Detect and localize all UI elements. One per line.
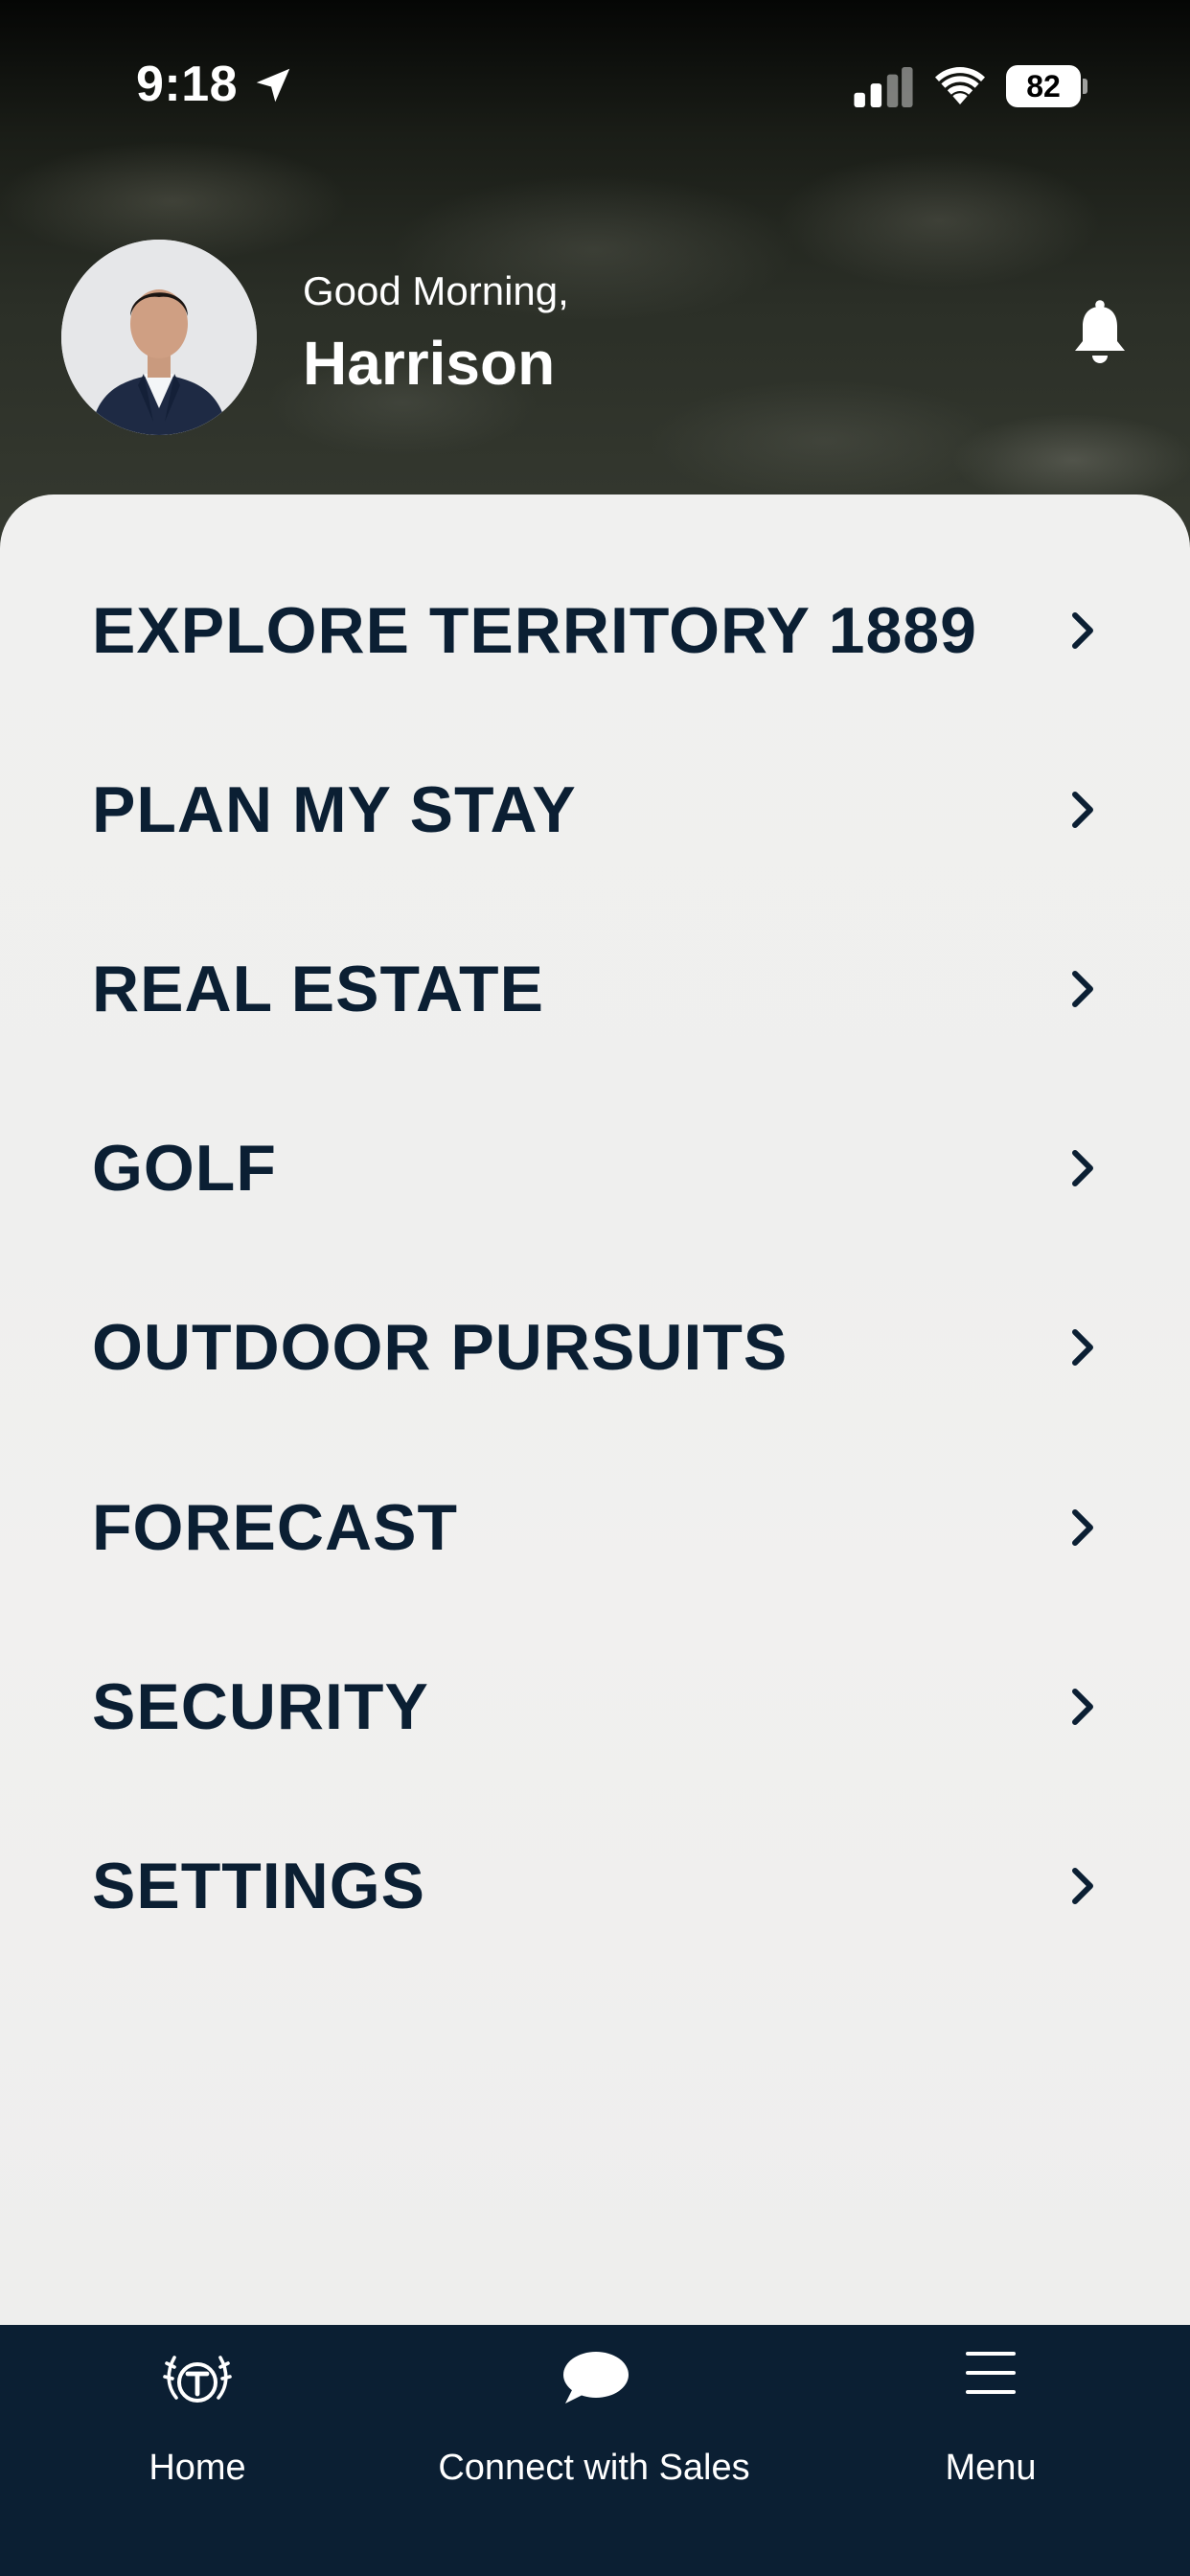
menu-item-golf[interactable]: GOLF — [0, 1092, 1190, 1245]
menu-item-label: GOLF — [92, 1132, 277, 1205]
chevron-right-icon — [1072, 1689, 1093, 1725]
avatar[interactable] — [61, 240, 257, 435]
chevron-right-icon — [1072, 612, 1093, 649]
hamburger-icon — [966, 2352, 1016, 2394]
chevron-right-icon — [1072, 1329, 1093, 1366]
menu-item-label: SETTINGS — [92, 1850, 426, 1922]
battery-level: 82 — [1006, 65, 1081, 107]
menu-item-label: FORECAST — [92, 1491, 458, 1564]
status-time: 9:18 — [136, 57, 239, 112]
menu-item-plan-my-stay[interactable]: PLAN MY STAY — [0, 733, 1190, 886]
user-name: Harrison — [303, 329, 556, 398]
notifications-button[interactable] — [1069, 299, 1131, 368]
tab-menu-label: Menu — [945, 2448, 1037, 2488]
chevron-right-icon — [1072, 792, 1093, 828]
chevron-right-icon — [1072, 1150, 1093, 1186]
menu-item-label: OUTDOOR PURSUITS — [92, 1311, 789, 1384]
tab-home-label: Home — [149, 2448, 246, 2488]
status-bar: 9:18 82 — [0, 0, 1190, 172]
tab-home[interactable]: Home — [82, 2325, 312, 2517]
location-arrow-icon — [256, 68, 290, 103]
bell-icon — [1075, 300, 1125, 363]
menu-item-settings[interactable]: SETTINGS — [0, 1809, 1190, 1963]
tab-connect-with-sales-label: Connect with Sales — [438, 2448, 750, 2488]
battery-indicator: 82 — [1006, 65, 1088, 107]
battery-cap — [1083, 79, 1087, 94]
wifi-icon — [935, 67, 985, 104]
chevron-right-icon — [1072, 1868, 1093, 1904]
menu-item-label: REAL ESTATE — [92, 953, 544, 1025]
greeting-text: Good Morning, — [303, 268, 569, 313]
menu-item-outdoor-pursuits[interactable]: OUTDOOR PURSUITS — [0, 1271, 1190, 1424]
menu-item-label: SECURITY — [92, 1670, 429, 1743]
menu-item-label: PLAN MY STAY — [92, 773, 577, 846]
tab-menu[interactable]: Menu — [876, 2325, 1106, 2517]
chat-bubble-icon — [563, 2352, 629, 2404]
tab-connect-with-sales[interactable]: Connect with Sales — [412, 2325, 776, 2517]
menu-item-label: EXPLORE TERRITORY 1889 — [92, 594, 977, 667]
app-screen: 9:18 82 Good Morning, Harrison EXPLORE T… — [0, 0, 1190, 2576]
avatar-photo — [61, 240, 257, 435]
menu-card: EXPLORE TERRITORY 1889 PLAN MY STAY REAL… — [0, 494, 1190, 2325]
cellular-signal-icon — [854, 67, 913, 107]
menu-item-security[interactable]: SECURITY — [0, 1630, 1190, 1783]
menu-item-forecast[interactable]: FORECAST — [0, 1451, 1190, 1604]
chevron-right-icon — [1072, 1509, 1093, 1546]
menu-item-explore-territory[interactable]: EXPLORE TERRITORY 1889 — [0, 554, 1190, 707]
chevron-right-icon — [1072, 971, 1093, 1007]
antler-t-logo-icon — [163, 2356, 232, 2403]
bottom-tab-bar: Home Connect with Sales Menu — [0, 2325, 1190, 2576]
menu-item-real-estate[interactable]: REAL ESTATE — [0, 912, 1190, 1066]
